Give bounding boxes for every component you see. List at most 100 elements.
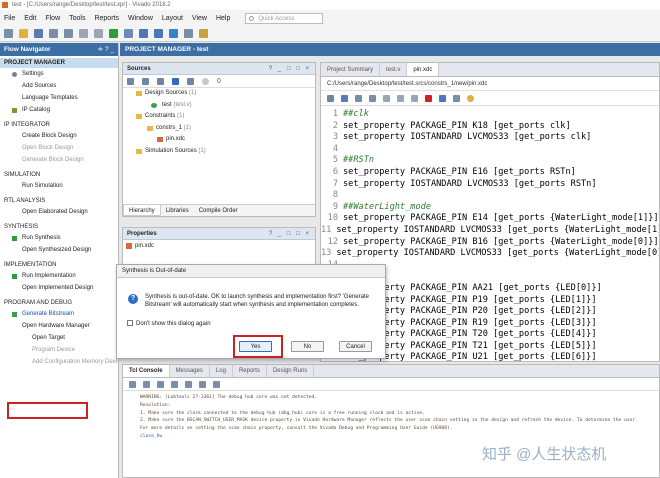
create-block-design-item[interactable]: Create Block Design — [0, 130, 118, 142]
sources-toolbar: 0 — [123, 75, 315, 88]
open-target-item[interactable]: Open Target — [0, 332, 118, 344]
top-module-node[interactable]: test (test.v) — [123, 100, 315, 112]
run-simulation-item[interactable]: Run Simulation — [0, 180, 118, 192]
tab-libraries[interactable]: Libraries — [161, 205, 194, 216]
tools-icon[interactable] — [453, 94, 460, 102]
checkbox-icon[interactable] — [127, 320, 133, 326]
delete-icon[interactable] — [213, 380, 220, 388]
layout-icon[interactable] — [199, 29, 208, 38]
paste-icon[interactable] — [411, 94, 418, 102]
open-elaborated-design-item[interactable]: Open Elaborated Design — [0, 206, 118, 218]
collapse-all-icon[interactable] — [142, 77, 149, 85]
open-block-design-item[interactable]: Open Block Design — [0, 142, 118, 154]
tab-tcl-console[interactable]: Tcl Console — [123, 365, 170, 377]
code-line: 3 set_property IOSTANDARD LVCMOS33 [get_p… — [321, 132, 659, 144]
simulation-sources-node[interactable]: Simulation Sources (1) — [123, 146, 315, 158]
new-project-icon[interactable] — [4, 29, 13, 38]
redo-icon[interactable] — [369, 94, 376, 102]
cut-icon[interactable] — [383, 94, 390, 102]
menu-file[interactable]: File — [4, 15, 15, 22]
menu-flow[interactable]: Flow — [45, 15, 60, 22]
design-sources-node[interactable]: Design Sources (1) — [123, 88, 315, 100]
quick-access-search[interactable]: Quick Access — [245, 12, 324, 24]
step-icon[interactable] — [124, 29, 133, 38]
open-project-icon[interactable] — [19, 29, 28, 38]
run-synthesis-item[interactable]: Run Synthesis — [0, 232, 118, 244]
tab-design-runs[interactable]: Design Runs — [267, 365, 315, 377]
section-implementation[interactable]: IMPLEMENTATION — [0, 260, 118, 270]
undo-icon[interactable] — [49, 29, 58, 38]
dont-show-checkbox[interactable]: Don't show this dialog again — [127, 320, 211, 328]
open-implemented-design-item[interactable]: Open Implemented Design — [0, 282, 118, 294]
vivado-app-icon — [2, 2, 8, 8]
section-synthesis[interactable]: SYNTHESIS — [0, 222, 118, 232]
constraints-node[interactable]: Constraints (1) — [123, 111, 315, 123]
tab-test-v[interactable]: test.v — [380, 63, 408, 76]
section-program-and-debug[interactable]: PROGRAM AND DEBUG — [0, 298, 118, 308]
delete-icon[interactable] — [425, 94, 432, 102]
section-rtl-analysis[interactable]: RTL ANALYSIS — [0, 196, 118, 206]
menu-edit[interactable]: Edit — [24, 15, 36, 22]
section-project-manager[interactable]: PROJECT MANAGER — [0, 58, 118, 68]
settings-icon[interactable] — [169, 29, 178, 38]
copy-icon[interactable] — [185, 380, 192, 388]
open-synthesized-design-item[interactable]: Open Synthesized Design — [0, 244, 118, 256]
sum-icon[interactable] — [154, 29, 163, 38]
clear-icon[interactable] — [199, 380, 206, 388]
copy-icon[interactable] — [79, 29, 88, 38]
delete-icon[interactable] — [94, 29, 103, 38]
tab-messages[interactable]: Messages — [170, 365, 210, 377]
program-device-item[interactable]: Program Device — [0, 344, 118, 356]
search-icon[interactable] — [129, 380, 136, 388]
tab-pin-xdc[interactable]: pin.xdc — [407, 63, 440, 76]
pause-icon[interactable] — [171, 380, 178, 388]
generate-bitstream-item[interactable]: Generate Bitstream — [0, 308, 118, 320]
collapse-icon[interactable] — [143, 380, 150, 388]
menu-tools[interactable]: Tools — [69, 15, 85, 22]
file-icon[interactable] — [187, 77, 194, 85]
expand-all-icon[interactable] — [157, 77, 164, 85]
section-simulation[interactable]: SIMULATION — [0, 170, 118, 180]
program-device-icon[interactable] — [139, 29, 148, 38]
search-icon[interactable] — [127, 77, 134, 85]
ip-catalog-item[interactable]: IP Catalog — [0, 104, 118, 116]
tab-hierarchy[interactable]: Hierarchy — [123, 205, 161, 216]
menu-view[interactable]: View — [192, 15, 207, 22]
cancel-button[interactable]: Cancel — [339, 341, 372, 352]
generate-block-design-item[interactable]: Generate Block Design — [0, 154, 118, 166]
run-icon[interactable] — [109, 29, 118, 38]
menu-layout[interactable]: Layout — [162, 15, 183, 22]
copy-icon[interactable] — [397, 94, 404, 102]
language-templates-item[interactable]: Language Templates — [0, 92, 118, 104]
redo-icon[interactable] — [64, 29, 73, 38]
run-implementation-item[interactable]: Run Implementation — [0, 270, 118, 282]
add-configuration-memory-item[interactable]: Add Configuration Memory Devi — [0, 356, 118, 368]
menu-window[interactable]: Window — [128, 15, 153, 22]
pin-xdc-node[interactable]: pin.xdc — [123, 134, 315, 146]
tab-compile-order[interactable]: Compile Order — [194, 205, 243, 216]
tab-log[interactable]: Log — [210, 365, 233, 377]
settings-item[interactable]: Settings — [0, 68, 118, 80]
tab-project-summary[interactable]: Project Summary — [321, 63, 381, 76]
undo-icon[interactable] — [355, 94, 362, 102]
menu-help[interactable]: Help — [216, 15, 230, 22]
save-icon[interactable] — [341, 94, 348, 102]
code-text: set_property PACKAGE_PIN B16 [get_ports … — [343, 236, 659, 247]
flow-navigator-controls[interactable]: ≑ ? _ — [98, 43, 114, 56]
add-icon[interactable] — [172, 77, 179, 85]
search-icon[interactable] — [327, 94, 334, 102]
lightbulb-icon[interactable] — [467, 94, 474, 102]
menu-reports[interactable]: Reports — [94, 15, 119, 22]
tab-reports[interactable]: Reports — [233, 365, 267, 377]
sources-panel-controls[interactable]: ? _ □ □ × — [269, 63, 311, 75]
properties-panel-controls[interactable]: ? _ □ □ × — [269, 228, 311, 240]
open-hardware-manager-item[interactable]: Open Hardware Manager — [0, 320, 118, 332]
save-icon[interactable] — [34, 29, 43, 38]
expand-icon[interactable] — [157, 380, 164, 388]
cut-icon[interactable] — [184, 29, 193, 38]
add-sources-item[interactable]: Add Sources — [0, 80, 118, 92]
comment-icon[interactable] — [439, 94, 446, 102]
section-ip-integrator[interactable]: IP INTEGRATOR — [0, 120, 118, 130]
constrs-node[interactable]: constrs_1 (1) — [123, 123, 315, 135]
no-button[interactable]: No — [291, 341, 324, 352]
